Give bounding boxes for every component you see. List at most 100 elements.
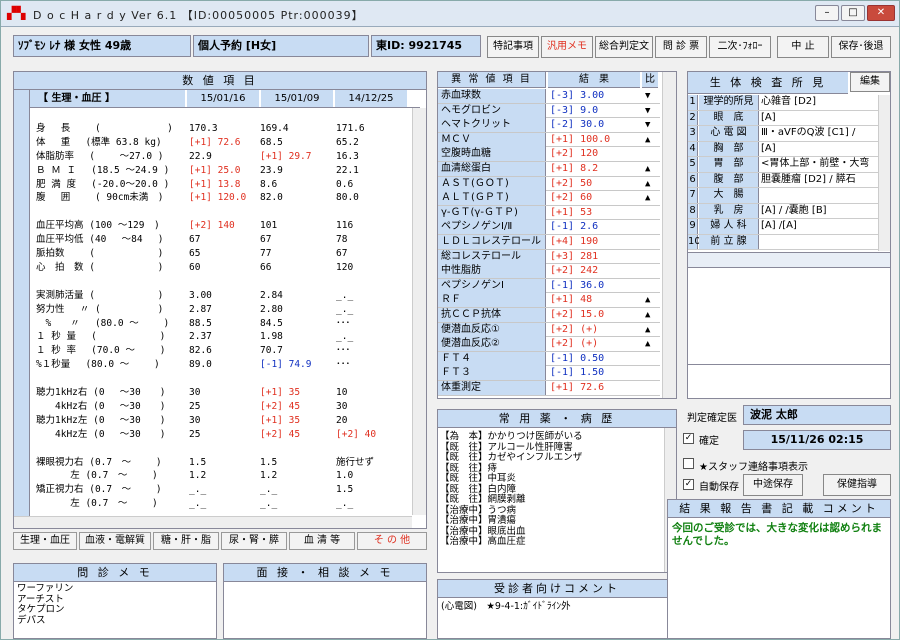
report-comment-text[interactable]: 今回のご受診では、大きな変化は認められませんでした。 [672, 522, 886, 548]
abnormal-row[interactable]: ヘマトクリット [-2] 30.0 ▼ [438, 118, 660, 133]
finding-number: 4 [688, 141, 698, 156]
value-label: 血圧平均高 (100 ～129 ) [36, 220, 160, 232]
finding-row[interactable]: 10 前 立 腺 [688, 234, 878, 250]
close-button[interactable]: ✕ [867, 5, 895, 21]
abnormal-row[interactable]: 抗ＣＣＰ抗体 [+2] 15.0 ▲ [438, 308, 660, 323]
questionnaire-button[interactable]: 問 診 票 [655, 36, 707, 58]
value-cell: 82.6 [189, 345, 212, 357]
tab-urine-kidney[interactable]: 尿・腎・膵 [221, 532, 287, 550]
tab-physiology[interactable]: 生理・血圧 [13, 532, 77, 550]
app-logo-icon: ▞▚ [7, 6, 26, 20]
abnormal-row[interactable]: ＲＦ [+1] 48 ▲ [438, 293, 660, 308]
staff-notes-checkbox[interactable] [683, 458, 694, 469]
value-row: 聴力1kHz左 (0 ～30 ) 30 [+1] 35 20 [14, 415, 412, 428]
value-row [14, 373, 412, 386]
general-memo-button[interactable]: 汎用メモ [541, 36, 593, 58]
value-cell: 1.5 [336, 484, 354, 496]
abnormal-row[interactable]: ＭＣＶ [+1] 100.0 ▲ [438, 132, 660, 148]
abnormal-item-name: ＲＦ [438, 293, 546, 308]
findings-vscroll[interactable] [878, 95, 890, 251]
finding-number: 9 [688, 219, 698, 234]
abnormal-item-name: ＬＤＬコレステロール [438, 235, 546, 249]
stop-button[interactable]: 中 止 [777, 36, 829, 58]
finding-row[interactable]: 6腹 部胆嚢腫瘤 [D2] / 膵石 [688, 172, 878, 188]
result-header: 結 果 [548, 72, 640, 88]
memo-line: デパス [17, 614, 46, 626]
patient-comment-text[interactable]: (心電図) ★9-4-1:ｶﾞｲﾄﾞﾗｲﾝ外 [441, 601, 571, 613]
values-vscroll[interactable] [412, 108, 426, 515]
value-cell: 2.37 [189, 331, 212, 343]
finding-row[interactable]: 1 理学的所見 心雑音 [D2] [688, 95, 878, 111]
finding-row[interactable]: 2眼 底 [A] [688, 110, 878, 126]
tab-other[interactable]: そ の 他 [357, 532, 427, 550]
value-row [14, 443, 412, 456]
abnormal-row[interactable]: ＦＴ４ [-1] 0.50 [438, 351, 660, 367]
staff-notes-label: ★スタッフ連絡事項表示 [699, 462, 808, 473]
value-label: １ 秒 量 ( ) [36, 331, 166, 343]
abnormal-row[interactable]: 赤血球数 [-3] 3.00 ▼ [438, 89, 660, 104]
value-cell: 25 [189, 400, 201, 412]
finding-row[interactable]: 8乳 房 [A] / /嚢胞 [B] [688, 203, 878, 219]
value-label: 聴力1kHz左 (0 ～30 ) [36, 414, 166, 426]
abnormal-row[interactable]: ペプシノゲンⅠ/Ⅱ [-1] 2.6 [438, 220, 660, 235]
abnormal-table: 赤血球数 [-3] 3.00 ▼ ヘモグロビン [-3] 9.0 ▼ ヘマトクリット [-2]… [438, 89, 660, 398]
value-cell: _._ [336, 498, 354, 510]
save-back-button[interactable]: 保存･後退 [831, 36, 891, 58]
summary-judgment-button[interactable]: 総合判定文 [595, 36, 653, 58]
abnormal-row[interactable]: ＦＴ３ [-1] 1.50 [438, 366, 660, 381]
value-label: %１秒量 (80.0 ～ ) [36, 359, 160, 371]
abnormal-item-value: [+2] 15.0 [550, 309, 605, 320]
interview-memo-text[interactable]: ワーファリン アーチスト タケプロン デパス [17, 583, 73, 626]
value-cell: 171.6 [336, 122, 365, 134]
abnormal-row[interactable]: ＬＤＬコレステロール [+4] 190 [438, 235, 660, 250]
value-cell: 23.9 [260, 164, 283, 176]
abnormal-row[interactable]: ヘモグロビン [-3] 9.0 ▼ [438, 103, 660, 119]
minimize-button[interactable]: – [815, 5, 839, 21]
abnormal-row[interactable]: 空腹時血糖 [+2] 120 [438, 147, 660, 162]
confirm-checkbox[interactable]: ✓ [683, 433, 694, 444]
up-arrow-icon: ▲ [645, 339, 651, 350]
abnormal-row[interactable]: 便潜血反応① [+2] (+) ▲ [438, 322, 660, 338]
meds-history-text[interactable]: 【為 本】かかりつけ医師がいる 【既 往】アルコール性肝障害 【既 往】カゼやインフ… [440, 431, 583, 548]
abnormal-row[interactable]: ペプシノゲンⅠ [-1] 36.0 [438, 278, 660, 294]
abnormal-row[interactable]: 血清総蛋白 [+1] 8.2 ▲ [438, 162, 660, 177]
value-cell: 30 [336, 400, 348, 412]
value-cell: _._ [260, 498, 278, 510]
finding-row[interactable]: 7大 腸 [688, 188, 878, 204]
autosave-checkbox[interactable]: ✓ [683, 479, 694, 490]
value-row: 実測肺活量 ( ) 3.00 2.84 _._ [14, 290, 412, 303]
abnormal-item-name: ＦＴ３ [438, 366, 546, 381]
abnormal-row[interactable]: ＡＳＴ(ＧＯＴ) [+2] 50 ▲ [438, 176, 660, 192]
tab-blood[interactable]: 血液・電解質 [79, 532, 151, 550]
value-cell: 80.0 [336, 192, 359, 204]
finding-value: <胃体上部・前壁・大弯 [761, 158, 870, 169]
abnormal-row[interactable]: ＡＬＴ(ＧＰＴ) [+2] 60 ▲ [438, 191, 660, 206]
value-row: 体 重 (標準 63.8 kg) [+1] 72.6 68.5 65.2 [14, 137, 412, 150]
abnormal-row[interactable]: 体重測定 [+1] 72.6 [438, 381, 660, 396]
tab-serum[interactable]: 血 清 等 [289, 532, 355, 550]
finding-row[interactable]: 4胸 部 [A] [688, 141, 878, 157]
abnormal-row[interactable]: 便潜血反応② [+2] (+) ▲ [438, 337, 660, 352]
tab-sugar-liver[interactable]: 糖・肝・脂 [153, 532, 219, 550]
value-row: %１秒量 (80.0 ～ ) 89.0 [-1] 74.9 ･･･ [14, 359, 412, 372]
abnormal-row[interactable]: 総コレステロール [+3] 281 [438, 249, 660, 265]
edit-button[interactable]: 編集 [850, 72, 890, 92]
values-hscroll[interactable] [14, 516, 412, 528]
abnormal-row[interactable]: 中性脂肪 [+2] 242 [438, 264, 660, 279]
special-notes-button[interactable]: 特記事項 [487, 36, 539, 58]
abnormal-item-name: γ-ＧＴ(γ-ＧＴＰ) [438, 205, 546, 220]
interim-save-button[interactable]: 中途保存 [743, 474, 803, 496]
value-cell: 116 [336, 220, 354, 232]
abnormal-row[interactable]: γ-ＧＴ(γ-ＧＴＰ) [+1] 53 [438, 205, 660, 221]
value-cell: _._ [189, 498, 207, 510]
value-label: 脈拍数 ( ) [36, 248, 164, 259]
followup-button[interactable]: 二次･ﾌｫﾛｰ [709, 36, 771, 58]
maximize-button[interactable]: □ [841, 5, 865, 21]
finding-row[interactable]: 5胃 部 <胃体上部・前壁・大弯 [688, 157, 878, 173]
health-guidance-button[interactable]: 保健指導 [823, 474, 891, 496]
finding-row[interactable]: 9婦 人 科 [A] /[A] [688, 219, 878, 235]
reservation-type: 個人予約 [H女] [193, 35, 369, 57]
finding-row[interactable]: 3心 電 図 Ⅲ・aVFのQ波 [C1] / [688, 126, 878, 142]
history-line: 【為 本】かかりつけ医師がいる [440, 431, 583, 442]
abnormal-vscroll[interactable] [662, 72, 676, 398]
